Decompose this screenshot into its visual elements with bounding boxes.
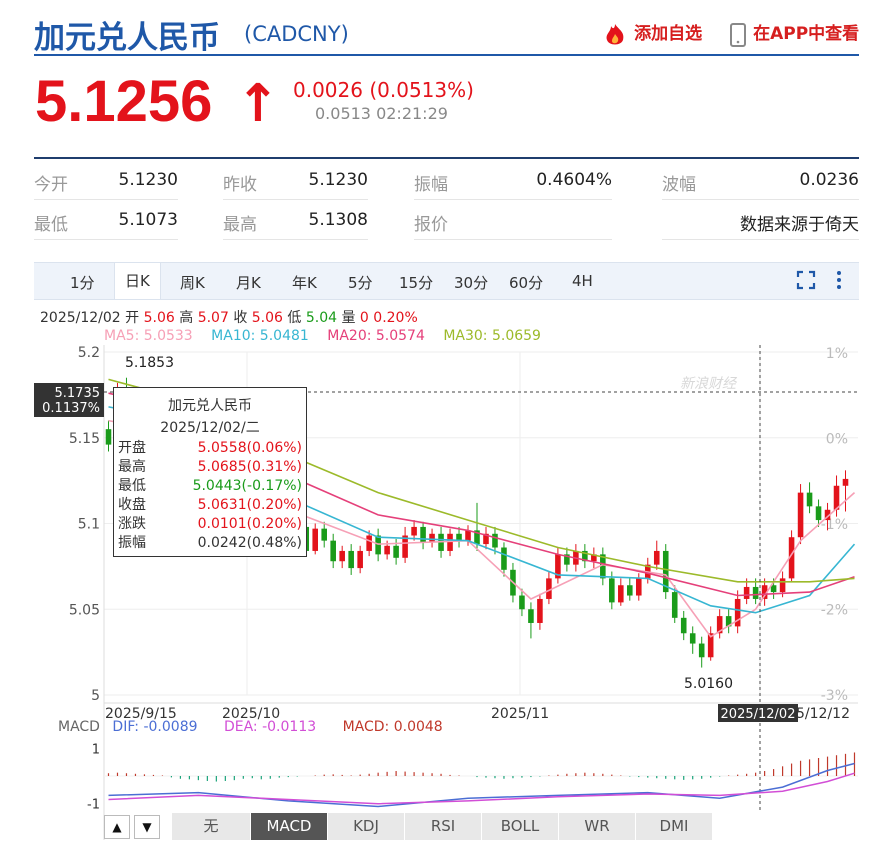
candle-body [635,578,642,596]
macd-tick-label: -1 [87,798,100,813]
candle-body [366,535,372,551]
scroll-up-button[interactable]: ▲ [104,815,130,839]
candle-body [501,547,507,570]
ohlc-tooltip: 加元兑人民币 2025/12/02/二 开盘 5.0558(0.06%) 最高 5.0… [113,387,307,557]
indicator-none[interactable]: 无 [172,813,251,840]
candle-body [779,578,786,593]
x-tick-label: 5/12/12 [796,706,850,722]
candle-body [815,506,822,521]
candle-body [680,617,687,634]
tooltip-value: 0.0101(0.20%) [197,516,302,532]
tooltip-value: 0.0242(0.48%) [197,535,302,551]
low-annotation: 5.0160 [684,676,733,692]
candle-body [537,598,543,623]
candle-body [797,492,804,538]
y-tick-label: 5.2 [78,345,100,361]
candle-body [384,545,390,555]
tooltip-value: 5.0631(0.20%) [197,497,302,513]
indicator-wr[interactable]: WR [559,813,636,840]
candle-body [609,578,615,603]
candle-body [330,540,336,562]
indicator-macd[interactable]: MACD [251,813,328,840]
macd-tick-label: 1 [92,742,100,757]
tooltip-row: 振幅 0.0242(0.48%) [114,534,306,553]
tooltip-row: 最高 5.0685(0.31%) [114,458,306,477]
candle-body [627,585,633,596]
pct-tick-label: -3% [821,688,848,704]
indicator-bar: ▲ ▼ 无 MACD KDJ RSI BOLL WR DMI [104,813,849,840]
candle-body [689,633,696,644]
candle-body [653,550,660,565]
candle-body [339,550,345,562]
tooltip-date: 2025/12/02/二 [160,420,260,436]
crosshair-pct: 0.1137% [42,401,100,416]
candle-body [321,528,327,541]
watermark: 新浪财经 [680,376,738,392]
tooltip-value: 5.0558(0.06%) [197,440,302,456]
tooltip-title: 加元兑人民币 [168,398,252,414]
candle-body [528,609,534,623]
pct-tick-label: 1% [826,346,848,362]
tooltip-label: 收盘 [118,497,146,513]
tooltip-value: 5.0443(-0.17%) [192,478,302,494]
candle-body [698,643,705,658]
candle-body [752,586,759,599]
scroll-down-button[interactable]: ▼ [134,815,160,839]
high-annotation: 5.1853 [125,355,174,371]
candle-body [312,528,319,551]
tooltip-label: 最高 [118,459,146,475]
candle-body [348,550,354,569]
candle-body [375,535,381,555]
pct-tick-label: 0% [826,432,848,448]
tooltip-row: 最低 5.0443(-0.17%) [114,477,306,496]
y-tick-label: 5.15 [69,431,100,447]
y-tick-label: 5.05 [69,602,100,618]
candle-body [743,586,750,599]
macd-title: MACD [58,719,100,735]
pct-tick-label: -2% [821,603,848,619]
tooltip-row: 开盘 5.0558(0.06%) [114,439,306,458]
candle-body [393,545,399,558]
indicator-rsi[interactable]: RSI [405,813,482,840]
indicator-dmi[interactable]: DMI [636,813,713,840]
y-tick-label: 5 [91,688,100,704]
tooltip-label: 涨跌 [118,516,146,532]
candle-body [357,550,363,569]
candle-body [806,492,813,507]
candle-body [105,429,112,445]
tooltip-row: 收盘 5.0631(0.20%) [114,496,306,515]
tooltip-label: 最低 [118,478,146,494]
candle-body [671,592,678,618]
candle-body [618,585,624,603]
candle-body [465,530,471,541]
dea-label: DEA: -0.0113 [223,719,317,735]
candle-body [492,533,498,548]
macd-value-label: MACD: 0.0048 [342,719,443,735]
indicator-boll[interactable]: BOLL [482,813,559,840]
macd-legend: MACD DIF: -0.0089 DEA: -0.0113 MACD: 0.0… [58,719,443,735]
indicator-kdj[interactable]: KDJ [328,813,405,840]
crosshair-price: 5.1735 [55,386,101,401]
y-tick-label: 5.1 [78,517,100,533]
candle-body [420,526,426,543]
tooltip-value: 5.0685(0.31%) [197,459,302,475]
tooltip-label: 振幅 [118,535,146,551]
candle-body [429,533,435,543]
dif-label: DIF: -0.0089 [112,719,198,735]
tooltip-row: 涨跌 0.0101(0.20%) [114,515,306,534]
crosshair-date: 2025/12/02 [721,707,796,722]
candle-body [411,526,417,536]
dea-line [108,772,855,805]
candle-body [842,478,849,486]
x-tick-label: 2025/11 [491,706,549,722]
candle-body [519,595,525,610]
tooltip-label: 开盘 [118,440,146,456]
candle-body [447,533,453,551]
